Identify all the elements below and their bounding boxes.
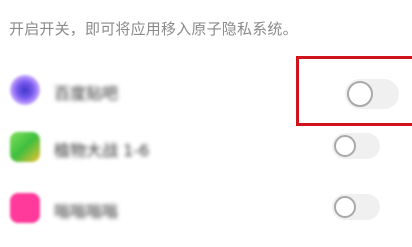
privacy-app-list-page: 开启开关，即可将应用移入原子隐私系统。 百度贴吧 植物大战 1-6 嗡嗡嗡嗡	[0, 0, 412, 247]
app-name-label: 百度贴吧	[54, 84, 119, 103]
instruction-text: 开启开关，即可将应用移入原子隐私系统。	[9, 20, 298, 38]
privacy-toggle[interactable]	[332, 194, 380, 220]
app-icon-purple	[10, 75, 40, 105]
app-icon-pink	[10, 193, 40, 223]
app-icon-green	[10, 132, 40, 162]
app-name-label: 植物大战 1-6	[54, 141, 150, 160]
app-row: 嗡嗡嗡嗡	[0, 180, 412, 240]
toggle-knob	[334, 135, 356, 157]
annotation-highlight-box	[296, 56, 412, 126]
toggle-knob	[334, 196, 356, 218]
app-name-label: 嗡嗡嗡嗡	[54, 202, 119, 221]
app-row: 植物大战 1-6	[0, 120, 412, 180]
privacy-toggle[interactable]	[332, 133, 380, 159]
